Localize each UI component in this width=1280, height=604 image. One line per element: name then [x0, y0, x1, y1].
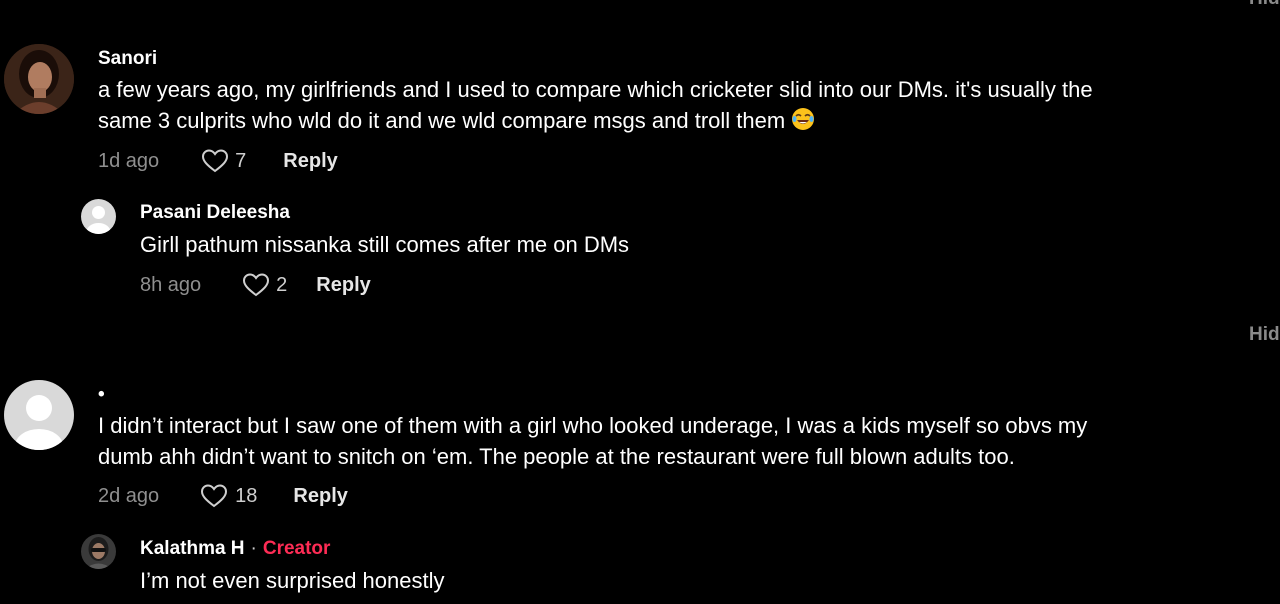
- reply-username[interactable]: Kalathma H · Creator: [140, 538, 330, 560]
- reply-meta: 8h ago 2 Reply: [140, 271, 371, 299]
- comment-meta: 2d ago 18 Reply: [98, 482, 348, 510]
- comment-username[interactable]: Sanori: [98, 48, 157, 70]
- avatar[interactable]: [81, 199, 116, 234]
- heart-icon: [243, 273, 270, 297]
- reply-text: I’m not even surprised honestly: [140, 568, 445, 593]
- avatar[interactable]: [4, 44, 74, 114]
- reply-text: Girll pathum nissanka still comes after …: [140, 232, 630, 257]
- comment-meta: 1d ago 7 Reply: [98, 147, 338, 175]
- heart-icon: [201, 484, 228, 508]
- separator-dot: ·: [250, 538, 257, 559]
- profile-photo-icon: [4, 44, 74, 114]
- comment-text: a few years ago, my girlfriends and I us…: [98, 77, 1093, 133]
- hide-replies-link[interactable]: Hid: [1249, 0, 1280, 10]
- avatar[interactable]: [4, 380, 74, 450]
- like-count: 2: [276, 273, 288, 296]
- creator-badge: Creator: [262, 538, 331, 559]
- comment-timestamp: 1d ago: [98, 149, 160, 172]
- hide-replies-link[interactable]: Hid: [1249, 324, 1280, 346]
- like-button[interactable]: 18: [200, 483, 257, 509]
- reply-timestamp: 8h ago: [140, 273, 202, 296]
- face-with-tears-of-joy-icon: [792, 108, 815, 130]
- like-count: 18: [235, 484, 258, 507]
- profile-photo-icon: [81, 534, 116, 569]
- heart-icon: [202, 149, 229, 173]
- comment-username[interactable]: •: [98, 384, 105, 406]
- comment-timestamp: 2d ago: [98, 484, 160, 507]
- reply-button[interactable]: Reply: [316, 274, 370, 297]
- like-count: 7: [235, 149, 247, 172]
- default-avatar-icon: [81, 199, 116, 234]
- comment-text: I didn’t interact but I saw one of them …: [98, 413, 1088, 469]
- default-avatar-icon: [4, 380, 74, 450]
- avatar[interactable]: [81, 534, 116, 569]
- reply-button[interactable]: Reply: [293, 485, 347, 508]
- like-button[interactable]: 2: [242, 272, 287, 298]
- reply-username[interactable]: Pasani Deleesha: [140, 202, 290, 224]
- like-button[interactable]: 7: [201, 148, 246, 174]
- reply-button[interactable]: Reply: [283, 150, 337, 173]
